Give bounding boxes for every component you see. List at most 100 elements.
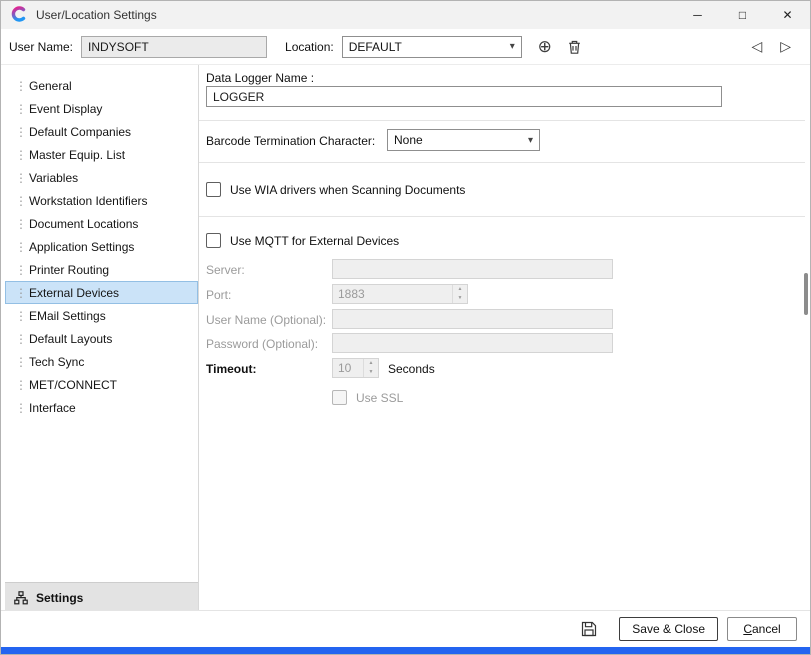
arrow-left-icon: ◁ bbox=[751, 38, 762, 54]
app-logo-icon bbox=[11, 6, 27, 25]
sidebar-item-label: Document Locations bbox=[29, 217, 138, 231]
sidebar-item-document-locations[interactable]: ⋮Document Locations bbox=[5, 212, 198, 235]
nav-previous-button[interactable]: ◁ bbox=[746, 38, 767, 55]
user-name-label: User Name: bbox=[9, 40, 73, 54]
sitemap-icon bbox=[14, 591, 28, 605]
sidebar-item-label: Event Display bbox=[29, 102, 102, 116]
sidebar-footer-label: Settings bbox=[36, 591, 83, 605]
data-logger-name-input[interactable] bbox=[206, 86, 722, 107]
trash-icon bbox=[567, 39, 582, 55]
arrow-right-icon: ▷ bbox=[780, 38, 791, 54]
sidebar-item-label: General bbox=[29, 79, 72, 93]
titlebar: User/Location Settings ─ □ ✕ bbox=[1, 1, 810, 29]
sidebar-item-label: Tech Sync bbox=[29, 355, 84, 369]
grip-dots-icon: ⋮ bbox=[15, 286, 20, 300]
grip-dots-icon: ⋮ bbox=[15, 194, 20, 208]
barcode-termination-dropdown[interactable]: None ▾ bbox=[387, 129, 540, 151]
grip-dots-icon: ⋮ bbox=[15, 148, 20, 162]
close-icon: ✕ bbox=[782, 9, 792, 21]
section-divider bbox=[199, 120, 805, 121]
mqtt-checkbox-label: Use MQTT for External Devices bbox=[230, 234, 399, 248]
sidebar-item-variables[interactable]: ⋮Variables bbox=[5, 166, 198, 189]
sidebar-item-workstation-identifiers[interactable]: ⋮ Workstation Identifiers bbox=[5, 189, 198, 212]
floppy-disk-icon bbox=[580, 620, 598, 638]
server-input[interactable] bbox=[332, 259, 613, 279]
chevron-down-icon: ▾ bbox=[528, 135, 533, 146]
minimize-icon: ─ bbox=[693, 9, 702, 21]
sidebar-item-default-companies[interactable]: ⋮Default Companies bbox=[5, 120, 198, 143]
scrollbar-thumb[interactable] bbox=[804, 273, 808, 315]
bottom-action-bar: Save & Close Cancel bbox=[1, 610, 810, 647]
delete-location-button[interactable] bbox=[564, 36, 586, 58]
sidebar-item-label: Default Companies bbox=[29, 125, 131, 139]
wia-checkbox-label: Use WIA drivers when Scanning Documents bbox=[230, 183, 465, 197]
sidebar-list: ⋮General⋮Event Display⋮Default Companies… bbox=[5, 65, 198, 419]
sidebar-item-general[interactable]: ⋮General bbox=[5, 74, 198, 97]
grip-dots-icon: ⋮ bbox=[15, 378, 20, 392]
grip-dots-icon: ⋮ bbox=[15, 240, 20, 254]
ssl-checkbox bbox=[332, 390, 347, 405]
location-value: DEFAULT bbox=[349, 40, 402, 54]
sidebar-item-label: External Devices bbox=[29, 286, 119, 300]
sidebar-footer-settings[interactable]: Settings bbox=[5, 582, 198, 612]
sidebar-item-label: Workstation Identifiers bbox=[29, 194, 148, 208]
sidebar-item-tech-sync[interactable]: ⋮ Tech Sync bbox=[5, 350, 198, 373]
wia-checkbox[interactable] bbox=[206, 182, 221, 197]
minimize-button[interactable]: ─ bbox=[675, 1, 720, 29]
sidebar: ⋮General⋮Event Display⋮Default Companies… bbox=[5, 65, 199, 612]
close-button[interactable]: ✕ bbox=[765, 1, 810, 29]
nav-next-button[interactable]: ▷ bbox=[775, 38, 796, 55]
maximize-icon: □ bbox=[739, 9, 746, 21]
spin-down-icon: ▼ bbox=[453, 294, 467, 303]
sidebar-item-email-settings[interactable]: ⋮EMail Settings bbox=[5, 304, 198, 327]
barcode-termination-label: Barcode Termination Character: bbox=[206, 134, 375, 148]
sidebar-item-application-settings[interactable]: ⋮ Application Settings bbox=[5, 235, 198, 258]
port-spinner-buttons[interactable]: ▲ ▼ bbox=[452, 285, 467, 303]
external-devices-panel: Data Logger Name : Barcode Termination C… bbox=[199, 65, 805, 612]
save-button[interactable] bbox=[576, 616, 602, 642]
timeout-label: Timeout: bbox=[206, 362, 256, 376]
maximize-button[interactable]: □ bbox=[720, 1, 765, 29]
timeout-spinner[interactable]: 10 ▲ ▼ bbox=[332, 358, 379, 378]
port-value: 1883 bbox=[333, 285, 452, 303]
grip-dots-icon: ⋮ bbox=[15, 171, 20, 185]
user-name-input[interactable] bbox=[81, 36, 267, 58]
sidebar-item-label: Master Equip. List bbox=[29, 148, 125, 162]
sidebar-item-label: Default Layouts bbox=[29, 332, 112, 346]
sidebar-item-interface[interactable]: ⋮Interface bbox=[5, 396, 198, 419]
section-divider bbox=[199, 216, 805, 217]
user-location-settings-dialog: User/Location Settings ─ □ ✕ User Name: … bbox=[0, 0, 811, 655]
mqtt-checkbox[interactable] bbox=[206, 233, 221, 248]
timeout-seconds-label: Seconds bbox=[388, 362, 435, 376]
mqtt-password-label: Password (Optional): bbox=[206, 337, 318, 351]
cancel-button[interactable]: Cancel bbox=[727, 617, 797, 641]
sidebar-item-printer-routing[interactable]: ⋮Printer Routing bbox=[5, 258, 198, 281]
mqtt-checkbox-row: Use MQTT for External Devices bbox=[206, 233, 399, 248]
sidebar-item-label: EMail Settings bbox=[29, 309, 106, 323]
save-and-close-button[interactable]: Save & Close bbox=[619, 617, 718, 641]
location-dropdown[interactable]: DEFAULT ▾ bbox=[342, 36, 522, 58]
spin-up-icon: ▲ bbox=[453, 285, 467, 294]
timeout-spinner-buttons[interactable]: ▲ ▼ bbox=[363, 359, 378, 377]
port-spinner[interactable]: 1883 ▲ ▼ bbox=[332, 284, 468, 304]
cancel-label: Cancel bbox=[743, 622, 780, 636]
section-divider bbox=[199, 162, 805, 163]
sidebar-item-event-display[interactable]: ⋮ Event Display bbox=[5, 97, 198, 120]
grip-dots-icon: ⋮ bbox=[15, 102, 20, 116]
add-circle-icon: ⊕ bbox=[538, 37, 552, 57]
add-location-button[interactable]: ⊕ bbox=[534, 36, 556, 58]
sidebar-item-label: MET/CONNECT bbox=[29, 378, 117, 392]
grip-dots-icon: ⋮ bbox=[15, 355, 20, 369]
mqtt-username-label: User Name (Optional): bbox=[206, 313, 326, 327]
server-label: Server: bbox=[206, 263, 245, 277]
sidebar-item-master-equip-list[interactable]: ⋮ Master Equip. List bbox=[5, 143, 198, 166]
mqtt-password-input[interactable] bbox=[332, 333, 613, 353]
accent-bar bbox=[1, 647, 810, 654]
data-logger-name-label: Data Logger Name : bbox=[206, 71, 314, 85]
sidebar-item-label: Application Settings bbox=[29, 240, 134, 254]
sidebar-item-label: Printer Routing bbox=[29, 263, 109, 277]
sidebar-item-met-connect[interactable]: ⋮ MET/CONNECT bbox=[5, 373, 198, 396]
sidebar-item-external-devices[interactable]: ⋮ External Devices bbox=[5, 281, 198, 304]
sidebar-item-default-layouts[interactable]: ⋮Default Layouts bbox=[5, 327, 198, 350]
mqtt-username-input[interactable] bbox=[332, 309, 613, 329]
